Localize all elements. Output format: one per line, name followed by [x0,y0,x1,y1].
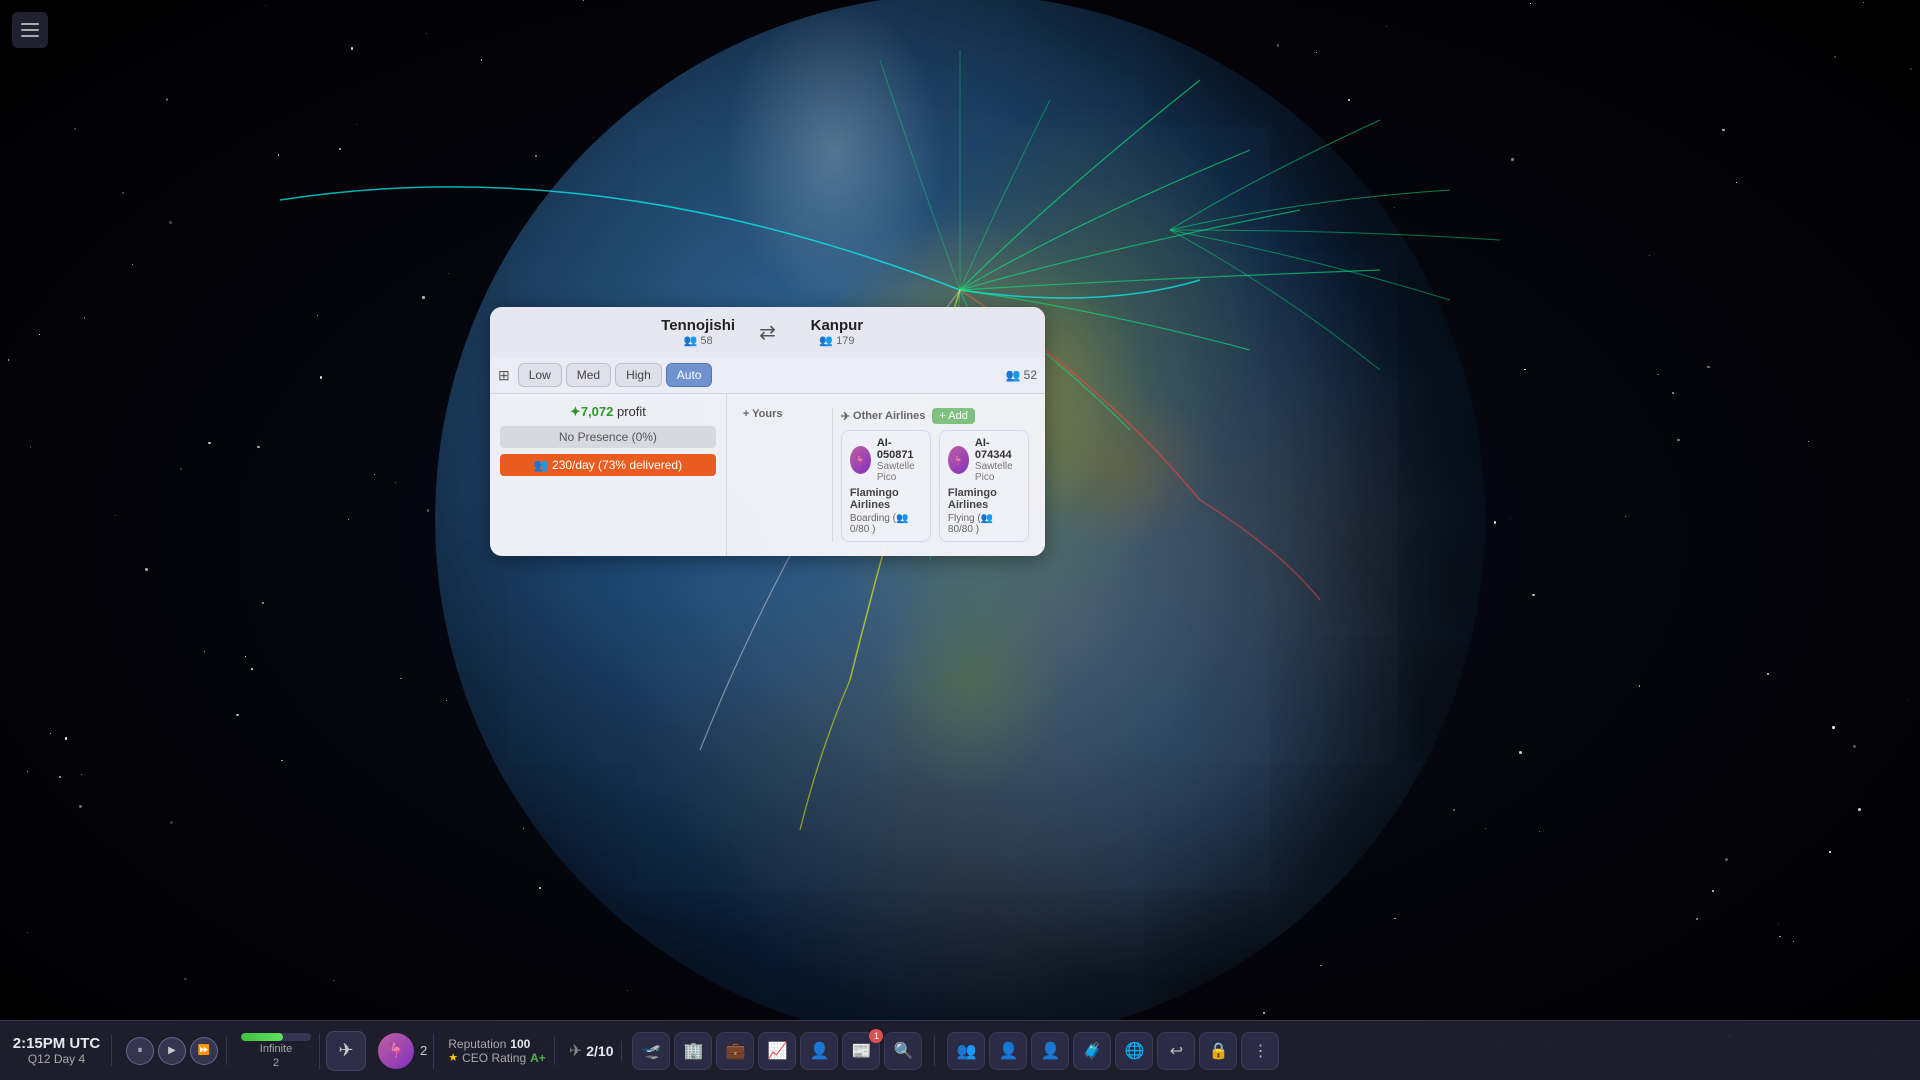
airline-owner-0: Sawtelle Pico [877,461,922,483]
speed-label: Infinite [260,1043,292,1055]
person-button-2[interactable]: 👤 [1031,1032,1069,1070]
search-button[interactable]: 🔍 [884,1032,922,1070]
menu-line [21,29,39,31]
flights-icon: ✈ [569,1041,582,1061]
speed-section[interactable]: Infinite 2 [233,1033,320,1069]
popup-body: ✦7,072 profit No Presence (0%) 👥 230/day… [490,394,1045,556]
delivery-bar: 👥 230/day (73% delivered) [500,454,716,476]
flights-count: 2/10 [586,1043,613,1059]
airline-avatar-row-1: 🦩 AI-074344 Sawtelle Pico [948,437,1020,483]
swap-icon[interactable]: ⇄ [751,320,784,345]
people-group-button[interactable]: 👥 [947,1032,985,1070]
avatar-section[interactable]: 🦩 2 [372,1033,434,1069]
presence-bar: No Presence (0%) [500,426,716,448]
reputation-row: Reputation 100 [448,1037,530,1051]
airline-icon-button[interactable]: ✈ [326,1031,366,1071]
player-avatar: 🦩 [378,1033,414,1069]
others-column: ✈ Other Airlines + Add 🦩 [841,408,1029,542]
clock-date: Q12 Day 4 [28,1052,85,1066]
popup-tabs: ⊞ Low Med High Auto 👥 52 [490,357,1045,394]
speed-bar [241,1033,311,1041]
person-button-1[interactable]: 👤 [989,1032,1027,1070]
city-to: Kanpur 👥 179 [792,317,882,347]
airline-id-1: AI-074344 [975,437,1020,461]
popup-header: Tennojishi 👥 58 ⇄ Kanpur 👥 179 [490,307,1045,357]
add-airline-button[interactable]: + Add [932,408,974,424]
yours-title: + Yours [743,408,824,420]
more-button[interactable]: ⋮ [1241,1032,1279,1070]
flights-section[interactable]: ✈ 2/10 [561,1041,623,1061]
luggage-button[interactable]: 🧳 [1073,1032,1111,1070]
staff-button[interactable]: 👤 [800,1032,838,1070]
reputation-value: 100 [510,1037,530,1051]
icon-buttons: 🛫 🏢 💼 📈 👤 📰 1 🔍 [628,1032,926,1070]
airline-card-0: 🦩 AI-050871 Sawtelle Pico Flamingo Airli… [841,430,931,542]
lock-button[interactable]: 🔒 [1199,1032,1237,1070]
city-to-pop: 👥 179 [792,334,882,347]
airline-name-1: Flamingo Airlines [948,487,1020,511]
profit-value: ✦7,072 [570,404,617,419]
yours-column: + Yours [743,408,833,542]
demand-indicator: 👥 52 [1006,368,1037,382]
filter-icon: ⊞ [498,367,510,384]
route-stats: ✦7,072 profit No Presence (0%) 👥 230/day… [490,394,727,556]
routes-button[interactable]: 🛫 [632,1032,670,1070]
airline-avatar-1: 🦩 [948,446,969,474]
news-badge: 1 [869,1029,883,1043]
menu-line [21,35,39,37]
menu-line [21,23,39,25]
speed-fill [241,1033,283,1041]
tab-low[interactable]: Low [518,363,562,387]
airline-card-1: 🦩 AI-074344 Sawtelle Pico Flamingo Airli… [939,430,1029,542]
playback-controls: ⏸ ▶ ⏩ [118,1037,227,1065]
news-button[interactable]: 📰 1 [842,1032,880,1070]
tab-med[interactable]: Med [566,363,611,387]
tab-high[interactable]: High [615,363,662,387]
airlines-outer: + Yours ✈ Other Airlines + Add [735,402,1037,548]
inf-label: 2 [420,1043,427,1058]
taskbar: 2:15PM UTC Q12 Day 4 ⏸ ▶ ⏩ Infinite 2 ✈ … [0,1020,1920,1080]
city-to-name: Kanpur [792,317,882,334]
route-popup: Tennojishi 👥 58 ⇄ Kanpur 👥 179 ⊞ Low Med… [490,307,1045,556]
city-from: Tennojishi 👥 58 [653,317,743,347]
profit-line: ✦7,072 profit [500,404,716,420]
airline-name-0: Flamingo Airlines [850,487,922,511]
airline-status-0: Boarding (👥 0/80 ) [850,513,922,535]
airline-id-0: AI-050871 [877,437,922,461]
demand-icon: 👥 [1006,368,1021,382]
clock-time: 2:15PM UTC [13,1035,101,1052]
airline-avatar-row-0: 🦩 AI-050871 Sawtelle Pico [850,437,922,483]
star-icon: ★ [448,1051,458,1064]
tab-auto[interactable]: Auto [666,363,713,387]
ceo-row: ★ CEO Rating A+ [448,1051,546,1065]
others-title: ✈ Other Airlines + Add [841,408,1029,424]
fast-forward-button[interactable]: ⏩ [190,1037,218,1065]
finances-button[interactable]: 📈 [758,1032,796,1070]
fleet-button[interactable]: 💼 [716,1032,754,1070]
city-from-name: Tennojishi [653,317,743,334]
clock-section: 2:15PM UTC Q12 Day 4 [12,1035,112,1066]
separator [934,1036,935,1066]
airline-avatar-0: 🦩 [850,446,871,474]
ceo-label: CEO Rating [462,1051,526,1065]
pause-button[interactable]: ⏸ [126,1037,154,1065]
globe-button[interactable]: 🌐 [1115,1032,1153,1070]
right-icon-group: 👥 👤 👤 🧳 🌐 ↩ 🔒 ⋮ [947,1032,1279,1070]
airports-button[interactable]: 🏢 [674,1032,712,1070]
menu-button[interactable] [12,12,48,48]
reputation-label: Reputation [448,1037,506,1051]
play-button[interactable]: ▶ [158,1037,186,1065]
speed-sublabel: 2 [273,1057,279,1069]
airline-status-1: Flying (👥 80/80 ) [948,513,1020,535]
airline-owner-1: Sawtelle Pico [975,461,1020,483]
airlines-panel: + Yours ✈ Other Airlines + Add [727,394,1045,556]
ceo-value: A+ [530,1051,546,1065]
reputation-section: Reputation 100 ★ CEO Rating A+ [440,1037,555,1065]
city-from-pop: 👥 58 [653,334,743,347]
airline-cards: 🦩 AI-050871 Sawtelle Pico Flamingo Airli… [841,430,1029,542]
undo-button[interactable]: ↩ [1157,1032,1195,1070]
